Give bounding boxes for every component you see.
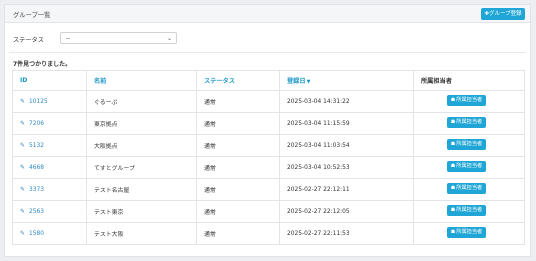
status-select[interactable]: -- ⌄ [60,32,177,44]
edit-icon: ✎ [20,208,26,215]
id-link[interactable]: 3373 [29,187,44,193]
register-group-button[interactable]: ✚グループ登録 [481,8,525,20]
id-link[interactable]: 7206 [29,121,44,127]
id-link[interactable]: 5132 [29,143,44,149]
status-cell: 通常 [196,90,280,113]
name-cell: テスト東京 [86,200,197,223]
status-select-value: -- [66,35,71,42]
name-cell: テスト名古屋 [86,178,197,201]
status-cell: 通常 [196,200,280,223]
owner-button-label: 所属担当者 [456,185,483,191]
table-row: ✎ 5132 大阪拠点 通常 2025-03-04 11:03:54 ☗所属担当者 [12,134,525,157]
table-row: ✎ 10125 ぐるーぷ 通常 2025-03-04 14:31:22 ☗所属担当者 [12,90,525,113]
edit-icon: ✎ [20,164,26,171]
status-cell: 通常 [196,178,280,201]
id-link[interactable]: 10125 [29,99,48,105]
registered-cell: 2025-03-04 11:15:59 [279,112,414,135]
name-cell: 大阪拠点 [86,134,197,157]
panel-header: グループ一覧 ✚グループ登録 [5,5,530,23]
status-cell: 通常 [196,134,280,157]
users-icon: ☗ [450,119,456,125]
id-cell[interactable]: ✎ 10125 [12,90,87,113]
status-filter-label: ステータス [13,37,44,44]
sort-desc-icon: ▼ [306,79,311,85]
owner-cell: ☗所属担当者 [413,222,525,245]
owner-cell: ☗所属担当者 [413,200,525,223]
owner-button[interactable]: ☗所属担当者 [447,183,486,194]
id-cell[interactable]: ✎ 5132 [12,134,87,157]
owner-cell: ☗所属担当者 [413,156,525,179]
users-icon: ☗ [450,163,456,169]
users-icon: ☗ [450,141,456,147]
registered-cell: 2025-02-27 22:12:11 [279,178,414,201]
registered-cell: 2025-03-04 10:52:53 [279,156,414,179]
edit-icon: ✎ [20,120,26,127]
register-group-label: グループ登録 [488,11,522,17]
name-cell: テスト大阪 [86,222,197,245]
id-cell[interactable]: ✎ 4668 [12,156,87,179]
owner-button-label: 所属担当者 [456,141,483,147]
result-count: 7件見つかりました。 [13,61,72,68]
column-header-registered-label: 登録日 [287,78,306,85]
id-link[interactable]: 4668 [29,165,44,171]
table-row: ✎ 2563 テスト東京 通常 2025-02-27 22:12:05 ☗所属担当者 [12,200,525,223]
column-header-owner: 所属担当者 [413,70,525,91]
id-link[interactable]: 2563 [29,209,44,215]
edit-icon: ✎ [20,98,26,105]
name-cell: ぐるーぷ [86,90,197,113]
owner-button[interactable]: ☗所属担当者 [447,161,486,172]
table-row: ✎ 1580 テスト大阪 通常 2025-02-27 22:11:53 ☗所属担当者 [12,222,525,245]
table-row: ✎ 3373 テスト名古屋 通常 2025-02-27 22:12:11 ☗所属担当者 [12,178,525,201]
column-header-id[interactable]: ID [12,70,87,91]
owner-button[interactable]: ☗所属担当者 [447,139,486,150]
owner-button-label: 所属担当者 [456,97,483,103]
owner-button[interactable]: ☗所属担当者 [447,117,486,128]
table-row: ✎ 7206 東京拠点 通常 2025-03-04 11:15:59 ☗所属担当者 [12,112,525,135]
table-row: ✎ 4668 てすとグループ 通常 2025-03-04 10:52:53 ☗所属担当者 [12,156,525,179]
name-cell: 東京拠点 [86,112,197,135]
group-list-panel: グループ一覧 ✚グループ登録 ステータス -- ⌄ 7件見つかりました。 ID … [4,4,531,257]
owner-button-label: 所属担当者 [456,229,483,235]
divider [9,52,526,53]
status-cell: 通常 [196,156,280,179]
page-title: グループ一覧 [13,12,51,19]
users-icon: ☗ [450,207,456,213]
column-header-status[interactable]: ステータス [196,70,280,91]
status-cell: 通常 [196,222,280,245]
users-icon: ☗ [450,185,456,191]
id-cell[interactable]: ✎ 2563 [12,200,87,223]
id-cell[interactable]: ✎ 1580 [12,222,87,245]
edit-icon: ✎ [20,186,26,193]
group-table: ID 名前 ステータス 登録日▼ 所属担当者 ✎ 10125 ぐるーぷ 通常 2025-… [12,70,525,245]
column-header-registered[interactable]: 登録日▼ [279,70,414,91]
id-cell[interactable]: ✎ 7206 [12,112,87,135]
edit-icon: ✎ [20,142,26,149]
owner-cell: ☗所属担当者 [413,90,525,113]
owner-cell: ☗所属担当者 [413,178,525,201]
owner-button-label: 所属担当者 [456,207,483,213]
status-cell: 通常 [196,112,280,135]
table-header-row: ID 名前 ステータス 登録日▼ 所属担当者 [12,70,525,91]
users-icon: ☗ [450,97,456,103]
users-icon: ☗ [450,229,456,235]
owner-button[interactable]: ☗所属担当者 [447,205,486,216]
column-header-name[interactable]: 名前 [86,70,197,91]
registered-cell: 2025-02-27 22:12:05 [279,200,414,223]
owner-button[interactable]: ☗所属担当者 [447,227,486,238]
id-link[interactable]: 1580 [29,231,44,237]
registered-cell: 2025-03-04 14:31:22 [279,90,414,113]
name-cell: てすとグループ [86,156,197,179]
edit-icon: ✎ [20,230,26,237]
owner-cell: ☗所属担当者 [413,134,525,157]
id-cell[interactable]: ✎ 3373 [12,178,87,201]
owner-button-label: 所属担当者 [456,163,483,169]
owner-button-label: 所属担当者 [456,119,483,125]
registered-cell: 2025-02-27 22:11:53 [279,222,414,245]
owner-button[interactable]: ☗所属担当者 [447,95,486,106]
registered-cell: 2025-03-04 11:03:54 [279,134,414,157]
owner-cell: ☗所属担当者 [413,112,525,135]
chevron-down-icon: ⌄ [166,35,172,42]
